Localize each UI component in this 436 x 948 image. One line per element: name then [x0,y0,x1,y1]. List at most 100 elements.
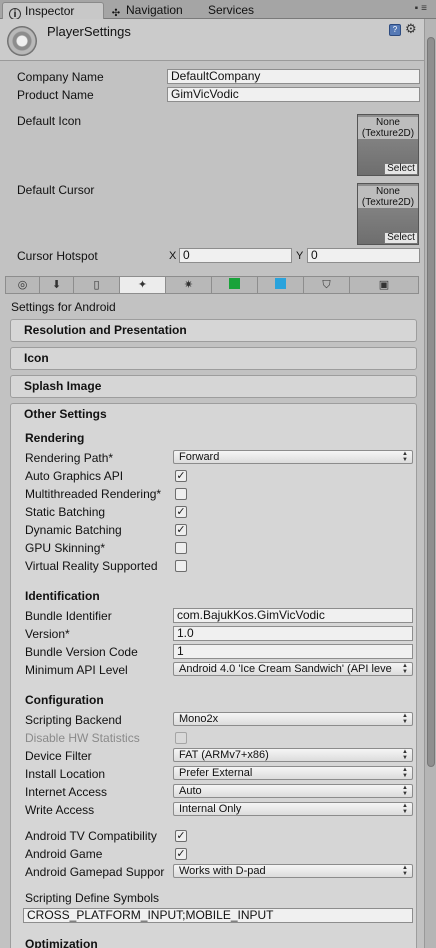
bundle-version-code-label: Bundle Version Code [25,645,138,659]
disable-hw-statistics-label: Disable HW Statistics [25,731,140,745]
default-icon-select-button[interactable]: Select [384,163,418,175]
vr-supported-checkbox[interactable] [175,560,187,572]
android-game-label: Android Game [25,847,103,861]
install-location-dropdown[interactable]: Prefer External ▲ ▼ [173,766,413,780]
auto-graphics-label: Auto Graphics API [25,469,124,483]
static-batching-checkbox[interactable]: ✓ [175,506,187,518]
disable-hw-statistics-checkbox [175,732,187,744]
scripting-backend-dropdown[interactable]: Mono2x ▲ ▼ [173,712,413,726]
device-filter-label: Device Filter [25,749,92,763]
dropdown-arrow-icon: ▲ ▼ [402,767,408,779]
android-tv-compat-checkbox[interactable]: ✓ [175,830,187,842]
default-icon-label: Default Icon [17,114,82,128]
device-filter-dropdown[interactable]: FAT (ARMv7+x86) ▲ ▼ [173,748,413,762]
splash-panel-header[interactable]: Splash Image [10,375,417,398]
tab-services[interactable]: Services [202,2,272,19]
internet-access-dropdown[interactable]: Auto ▲ ▼ [173,784,413,798]
company-name-label: Company Name [17,70,104,84]
platform-tabs: ◎ ⬇ ▯ ✦ ✷ ⛉ ▣ [5,276,419,294]
window-tab-bar: i Inspector ✣ Navigation Services ▪≡ [0,0,436,20]
minimum-api-label: Minimum API Level [25,663,128,677]
texture-none-text: None [376,186,400,197]
phone-icon[interactable]: ▯ [74,277,120,293]
other-settings-header[interactable]: Other Settings [24,407,107,421]
default-cursor-label: Default Cursor [17,183,95,197]
dynamic-batching-label: Dynamic Batching [25,523,122,537]
vr-supported-label: Virtual Reality Supported [25,559,158,573]
bundle-identifier-label: Bundle Identifier [25,609,112,623]
dropdown-arrow-icon: ▲ ▼ [402,785,408,797]
settings-for-label: Settings for Android [11,300,116,314]
multithreaded-label: Multithreaded Rendering* [25,487,162,501]
bundle-identifier-field[interactable]: com.BajukKos.GimVicVodic [173,608,413,623]
tab-navigation[interactable]: ✣ Navigation [104,2,200,19]
dropdown-arrow-icon: ▲ ▼ [402,663,408,675]
globe-icon[interactable]: ◎ [6,277,40,293]
tab-inspector[interactable]: i Inspector [2,2,104,20]
android-icon[interactable]: ✦ [120,277,166,293]
windows-store-icon[interactable] [212,277,258,293]
hotspot-x-field[interactable]: 0 [179,248,292,263]
vertical-scrollbar[interactable] [424,19,436,948]
identification-section-title: Identification [25,589,100,603]
dynamic-batching-checkbox[interactable]: ✓ [175,524,187,536]
install-location-label: Install Location [25,767,106,781]
hotspot-y-field[interactable]: 0 [307,248,420,263]
gamepad-support-label: Android Gamepad Suppor [25,865,165,879]
download-icon[interactable]: ⬇ [40,277,74,293]
bundle-version-code-field[interactable]: 1 [173,644,413,659]
write-access-label: Write Access [25,803,95,817]
rendering-path-label: Rendering Path* [25,451,114,465]
windows-phone-icon[interactable] [258,277,304,293]
default-icon-slot[interactable]: None (Texture2D) Select [357,114,419,176]
product-name-field[interactable]: GimVicVodic [167,87,420,102]
configuration-section-title: Configuration [25,693,104,707]
scrollbar-thumb[interactable] [427,37,435,767]
window-menu-icon[interactable]: ▪≡ [415,3,430,14]
resolution-panel-header[interactable]: Resolution and Presentation [10,319,417,342]
gamepad-support-dropdown[interactable]: Works with D-pad ▲ ▼ [173,864,413,878]
html5-icon[interactable]: ⛉ [304,277,350,293]
version-label: Version* [25,627,70,641]
company-name-field[interactable]: DefaultCompany [167,69,420,84]
texture-none-text: None [376,117,400,128]
inspector-header: PlayerSettings ? ⚙ [0,19,424,61]
optimization-section-title: Optimization [25,937,98,948]
rendering-path-dropdown[interactable]: Forward ▲ ▼ [173,450,413,464]
write-access-dropdown[interactable]: Internal Only ▲ ▼ [173,802,413,816]
product-name-label: Product Name [17,88,94,102]
multithreaded-checkbox[interactable] [175,488,187,500]
scripting-define-symbols-field[interactable]: CROSS_PLATFORM_INPUT;MOBILE_INPUT [23,908,413,923]
texture-type-text: (Texture2D) [361,128,415,139]
auto-graphics-checkbox[interactable]: ✓ [175,470,187,482]
texture-type-text: (Texture2D) [361,197,415,208]
default-cursor-slot[interactable]: None (Texture2D) Select [357,183,419,245]
gpu-skinning-checkbox[interactable] [175,542,187,554]
settings-gear-icon[interactable]: ⚙ [405,21,417,37]
help-book-icon[interactable]: ? [389,24,401,36]
dropdown-arrow-icon: ▲ ▼ [402,865,408,877]
scripting-define-symbols-label: Scripting Define Symbols [25,891,160,905]
dropdown-arrow-icon: ▲ ▼ [402,713,408,725]
player-settings-icon [7,26,37,56]
internet-access-label: Internet Access [25,785,108,799]
android-game-checkbox[interactable]: ✓ [175,848,187,860]
dropdown-arrow-icon: ▲ ▼ [402,803,408,815]
page-title: PlayerSettings [47,24,131,39]
static-batching-label: Static Batching [25,505,106,519]
cursor-hotspot-label: Cursor Hotspot [17,249,98,263]
android-tv-compat-label: Android TV Compatibility [25,829,157,843]
unity-icon[interactable]: ✷ [166,277,212,293]
minimum-api-dropdown[interactable]: Android 4.0 'Ice Cream Sandwich' (API le… [173,662,413,676]
dropdown-arrow-icon: ▲ ▼ [402,451,408,463]
rendering-section-title: Rendering [25,431,85,445]
scripting-backend-label: Scripting Backend [25,713,122,727]
hotspot-y-label: Y [296,250,304,262]
icon-panel-header[interactable]: Icon [10,347,417,370]
version-field[interactable]: 1.0 [173,626,413,641]
dropdown-arrow-icon: ▲ ▼ [402,749,408,761]
gpu-skinning-label: GPU Skinning* [25,541,106,555]
cube-icon[interactable]: ▣ [350,277,418,293]
hotspot-x-label: X [169,250,177,262]
default-cursor-select-button[interactable]: Select [384,232,418,244]
